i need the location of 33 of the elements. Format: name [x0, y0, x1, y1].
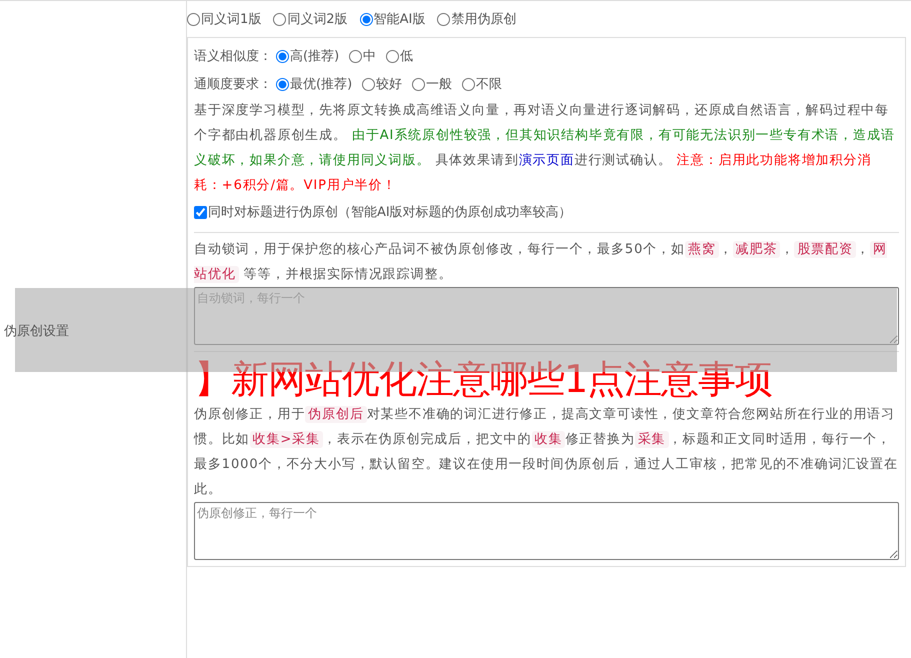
radio-label[interactable]: 智能AI版	[374, 10, 426, 28]
radio-label[interactable]: 中	[363, 47, 376, 65]
demo-link[interactable]: 演示页面	[518, 153, 574, 168]
input-field[interactable]: 伪原创修正，每行一个	[194, 502, 899, 560]
checkbox-label[interactable]: 同时对标题进行伪原创（智能AI版对标题的伪原创成功率较高）	[208, 203, 572, 221]
radio-label[interactable]: 禁用伪原创	[451, 10, 516, 28]
radio-label[interactable]: 同义词2版	[287, 10, 348, 28]
radio-button[interactable]	[437, 12, 450, 26]
radio-button[interactable]	[349, 50, 362, 62]
overlay-title: 】新网站优化注意哪些1点注意事项	[194, 356, 772, 402]
radio-label[interactable]: 不限	[476, 75, 502, 93]
radio-button[interactable]	[362, 78, 376, 90]
radio-button[interactable]	[462, 78, 476, 90]
radio-button[interactable]	[187, 12, 200, 26]
radio-button[interactable]	[360, 12, 373, 26]
description-text: 伪原创修正，用于 伪原创后 对某些不准确的词汇进行修正，提高文章可读性，使文章符合您网站所在行业的用语习惯。比如 收集>采集 ，表示在伪原创完成后，把文中的 收集 修正替换为 采集 ，标题和正文同时适用，每行一个，最多1000个，不分大小写，默认留空。建议在使用一段时间伪原创后，通过人工审核，把常见的不准确词汇设置在此。	[194, 405, 899, 499]
description-text: 自动锁词，用于保护您的核心产品词不被伪原创修改，每行一个，最多50个，如 燕窝 ， 减肥茶 ， 股票配资 ， 网站优化 等等，并根据实际情况跟踪调整。	[194, 240, 888, 285]
radio-label[interactable]: 高(推荐)	[290, 47, 340, 65]
radio-label[interactable]: 低	[400, 47, 414, 65]
radio-button[interactable]	[412, 78, 426, 90]
radio-label[interactable]: 最优(推荐)	[290, 75, 352, 93]
radio-button[interactable]	[276, 50, 289, 62]
radio-button[interactable]	[386, 50, 400, 62]
radio-label[interactable]: 较好	[376, 75, 402, 93]
checkbox[interactable]	[194, 206, 207, 218]
radio-button[interactable]	[276, 78, 289, 90]
description-text: 基于深度学习模型，先将原文转换成高维语义向量，再对语义向量进行逐词解码，还原成自然语言，解码过程中每个字都由机器原创生成。 由于AI系统原创性较强，但其知识结构毕竟有限，有可能无法识别一些专有术语，造成语义破坏，如果介意，请使用同义词版。 具体效果请到演示页面进行测试确认。 注意：启用此功能将增加积分消耗：+6积分/篇。VIP用户半价！	[194, 102, 896, 195]
field-label: 语义相似度：	[194, 48, 272, 65]
radio-button[interactable]	[273, 12, 286, 26]
form-label: 伪原创设置	[4, 322, 69, 340]
field-label: 通顺度要求：	[194, 76, 272, 93]
radio-label[interactable]: 同义词1版	[201, 10, 262, 28]
radio-label[interactable]: 一般	[426, 75, 452, 93]
